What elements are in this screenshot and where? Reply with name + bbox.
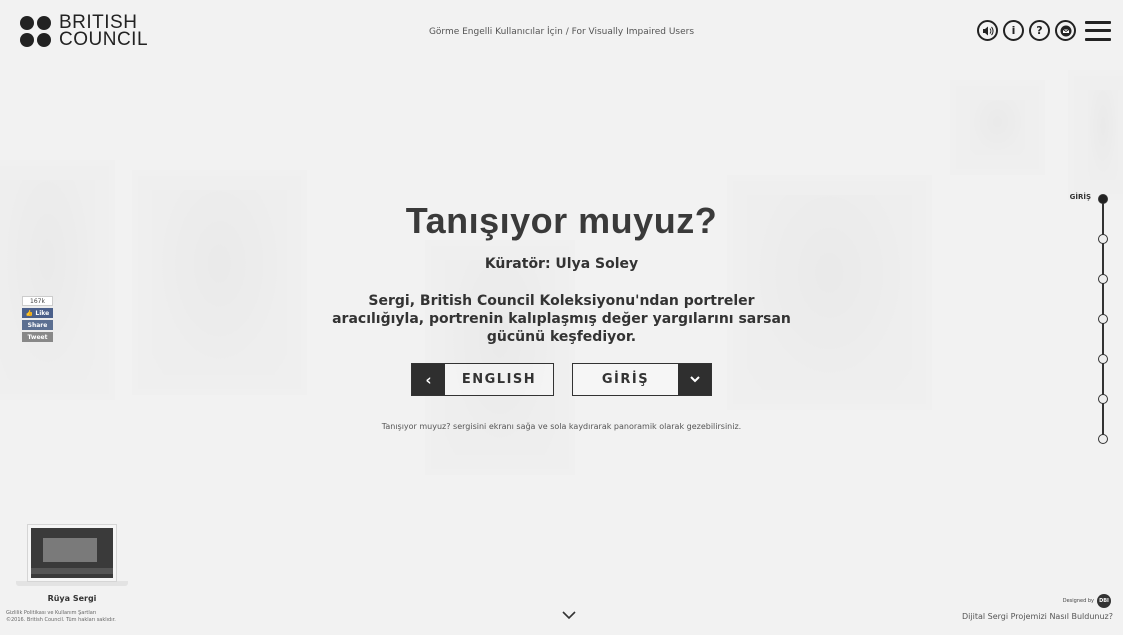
- timeline-node[interactable]: [1098, 274, 1108, 284]
- timeline-node[interactable]: [1098, 194, 1108, 204]
- exhibition-description: Sergi, British Council Koleksiyonu'ndan …: [332, 293, 791, 345]
- section-timeline: GİRİŞ: [1049, 193, 1109, 444]
- social-share: 167k 👍 Like Share Tweet: [22, 296, 53, 342]
- curator-text: Küratör: Ulya Soley: [484, 256, 639, 272]
- designed-by-text: Designed by: [1062, 598, 1094, 604]
- intro-panel: Tanışıyor muyuz? Küratör: Ulya Soley Ser…: [0, 200, 1123, 431]
- facebook-like-button[interactable]: 👍 Like: [22, 308, 53, 318]
- designer-logo-icon: DBI: [1097, 594, 1111, 608]
- action-buttons: ‹ ENGLISH GİRİŞ: [0, 363, 1123, 396]
- english-button-label: ENGLISH: [461, 372, 537, 387]
- giris-button-label: GİRİŞ: [601, 372, 650, 387]
- facebook-share-button[interactable]: Share: [22, 320, 53, 330]
- exhibition-thumbnail: [28, 525, 116, 581]
- chevron-down-icon: [678, 364, 711, 395]
- mail-icon[interactable]: [1055, 20, 1076, 41]
- accessibility-link[interactable]: Görme Engelli Kullanıcılar İçin / For Vi…: [0, 27, 1123, 37]
- english-button[interactable]: ‹ ENGLISH: [411, 363, 554, 396]
- top-toolbar: i ?: [977, 20, 1111, 41]
- timeline-active-label: GİRİŞ: [1069, 193, 1091, 201]
- timeline-node[interactable]: [1098, 234, 1108, 244]
- thumbnail-stand: [16, 581, 128, 586]
- timeline-node[interactable]: [1098, 434, 1108, 444]
- like-count: 167k: [22, 296, 53, 306]
- thumbnail-label: Rüya Sergi: [47, 594, 97, 603]
- designed-by[interactable]: Designed by DBI: [1063, 594, 1111, 608]
- giris-dropdown-button[interactable]: GİRİŞ: [572, 363, 712, 396]
- timeline-node[interactable]: [1098, 394, 1108, 404]
- help-icon[interactable]: ?: [1029, 20, 1050, 41]
- chevron-left-icon: ‹: [412, 364, 445, 395]
- info-icon[interactable]: i: [1003, 20, 1024, 41]
- related-exhibition-link[interactable]: Rüya Sergi: [16, 525, 128, 603]
- copyright-text: ©2016. British Council. Tüm hakları sakl…: [6, 617, 116, 623]
- menu-icon[interactable]: [1085, 20, 1111, 41]
- feedback-link[interactable]: Dijital Sergi Projemizi Nasıl Buldunuz?: [962, 612, 1113, 621]
- thumbs-up-icon: 👍: [25, 309, 34, 317]
- legal-text: Gizlilik Politikası ve Kullanım Şartları…: [6, 610, 116, 624]
- navigation-hint: Tanışıyor muyuz? sergisini ekranı sağa v…: [381, 422, 742, 431]
- privacy-link[interactable]: Gizlilik Politikası ve Kullanım Şartları: [6, 610, 116, 617]
- timeline-node[interactable]: [1098, 314, 1108, 324]
- scroll-down-icon[interactable]: [562, 608, 576, 624]
- tweet-button[interactable]: Tweet: [22, 332, 53, 342]
- page-title: Tanışıyor muyuz?: [405, 200, 718, 241]
- timeline-node[interactable]: [1098, 354, 1108, 364]
- sound-icon[interactable]: [977, 20, 998, 41]
